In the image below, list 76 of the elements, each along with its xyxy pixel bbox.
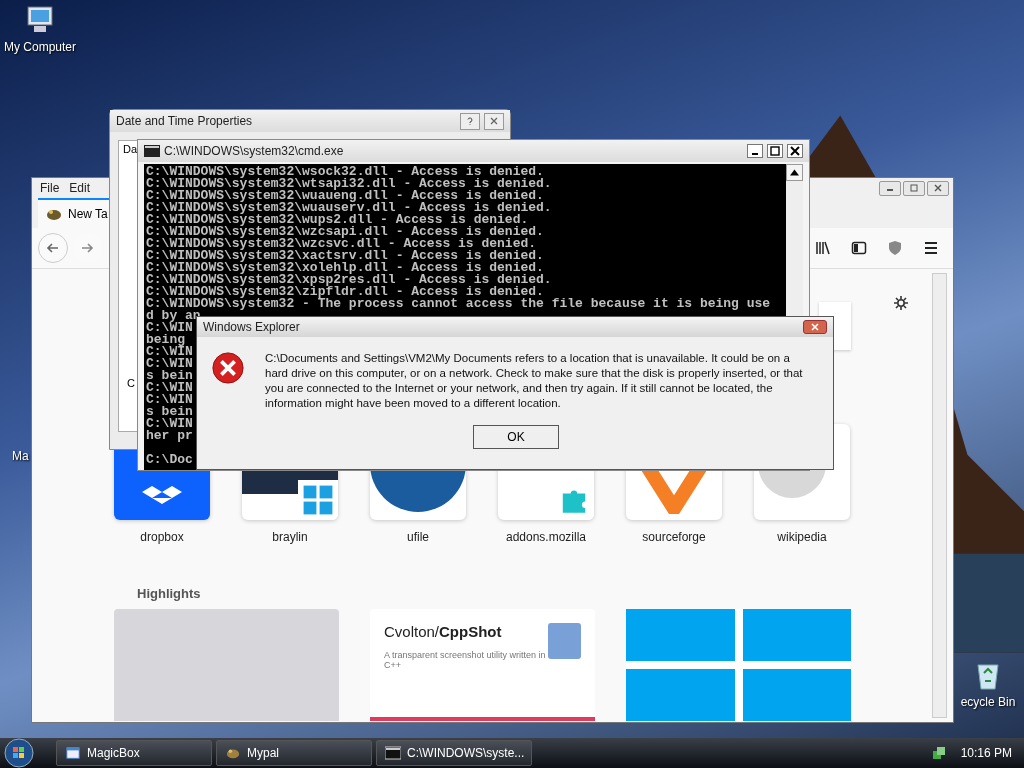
highlight-card[interactable]: Cvolton/CppShot A transparent screenshot utility written in C++ [370, 609, 595, 721]
window-title: Windows Explorer [203, 320, 301, 334]
window-title: Date and Time Properties [116, 114, 254, 128]
start-button[interactable] [4, 738, 34, 768]
windows-logo-drawing[interactable] [626, 609, 851, 721]
scrollbar[interactable] [932, 273, 947, 718]
taskbar-button[interactable]: MagicBox [56, 740, 212, 766]
repo-description: A transparent screenshot utility written in C++ [384, 650, 547, 670]
ok-button[interactable]: OK [473, 425, 559, 449]
window-icon [65, 746, 81, 760]
menu-item[interactable]: File [40, 181, 60, 195]
site-label[interactable]: braylin [272, 530, 308, 544]
console-line: C:\WIN [146, 322, 193, 334]
repo-title: Cvolton/CppShot [384, 623, 503, 640]
minimize-button[interactable] [747, 144, 763, 158]
console-line: C:\WINDOWS\system32\wzcsvc.dll - Access is denied. [146, 238, 537, 250]
close-button[interactable] [803, 320, 827, 334]
console-line: C:\WIN [146, 394, 193, 406]
console-line: C:\WIN [146, 418, 193, 430]
console-line: C:\WINDOWS\system32\wuauserv.dll - Access is denied. [146, 202, 552, 214]
taskbar-button[interactable]: C:\WINDOWS\syste... [376, 740, 532, 766]
console-icon [144, 145, 160, 157]
console-line: being [146, 334, 185, 346]
console-line: s bein [146, 370, 193, 382]
desktop-icon-label[interactable]: ecycle Bin [960, 695, 1016, 709]
console-line: C:\WINDOWS\system32 - The process cannot access the file because it is being use [146, 298, 771, 310]
menu-item[interactable]: Edit [69, 181, 91, 195]
maximize-icon [909, 183, 919, 193]
console-line: C:\WINDOWS\system32\wtsapi32.dll - Access is denied. [146, 178, 552, 190]
console-line: C:\WINDOWS\system32\xpsp2res.dll - Access is denied. [146, 274, 552, 286]
label: C [127, 377, 135, 389]
close-icon [933, 183, 943, 193]
window-title: C:\WINDOWS\system32\cmd.exe [164, 144, 345, 158]
console-line: C:\WIN [146, 358, 193, 370]
console-line: C:\WINDOWS\system32\wzcsapi.dll - Access is denied. [146, 226, 544, 238]
console-line: C:\WIN [146, 346, 193, 358]
close-icon [790, 146, 800, 156]
close-icon [810, 322, 820, 332]
tab[interactable]: Da [123, 143, 138, 155]
console-icon [385, 746, 401, 760]
maximize-button[interactable] [767, 144, 783, 158]
help-button[interactable] [460, 112, 480, 130]
scroll-up-icon[interactable] [786, 164, 803, 181]
console-line: C:\WINDOWS\system32\zipfldr.dll - Access is denied. [146, 286, 544, 298]
close-button[interactable] [927, 180, 949, 196]
desktop-icon-label[interactable]: My Computer [4, 40, 76, 54]
windows-logo-icon [298, 480, 338, 520]
section-heading: Highlights [137, 586, 201, 601]
settings-icon[interactable] [893, 295, 909, 311]
maximize-icon [770, 146, 780, 156]
site-label[interactable]: wikipedia [777, 530, 827, 544]
console-line: C:\WINDOWS\system32\xactsrv.dll - Access is denied. [146, 250, 544, 262]
minimize-button[interactable] [879, 180, 901, 196]
close-button[interactable] [787, 144, 803, 158]
error-message: C:\Documents and Settings\VM2\My Documents refers to a location that is unavailable. It could be on a hard drive on this computer, or on a network. Check to make sure that the disk is properly inserted, or that you are connected to the Internet or your network, and then try again. If it still cannot be located, the information might have been moved to a different location. [265, 351, 804, 411]
clock[interactable]: 10:16 PM [960, 746, 1012, 760]
console-line: her pr [146, 430, 193, 442]
error-icon [211, 351, 245, 385]
site-label[interactable]: sourceforge [642, 530, 706, 544]
console-line: s bein [146, 406, 193, 418]
desktop-icon-label[interactable]: Ma [0, 449, 29, 463]
minimize-icon [752, 153, 758, 155]
console-line: C:\WINDOWS\system32\wsock32.dll - Access is denied. [146, 166, 544, 178]
question-mark-icon [465, 116, 475, 126]
site-label[interactable]: ufile [407, 530, 429, 544]
console-line: C:\WINDOWS\system32\wups2.dll - Access is denied. [146, 214, 529, 226]
site-label[interactable]: addons.mozilla [505, 530, 586, 544]
taskbar-button[interactable]: Mypal [216, 740, 372, 766]
back-button[interactable] [38, 233, 68, 263]
console-line: C:\WIN [146, 382, 193, 394]
avatar-picture [548, 623, 581, 659]
console-line: C:\WINDOWS\system32\xolehlp.dll - Access is denied. [146, 262, 544, 274]
console-line: C:\WINDOWS\system32\wuaueng.dll - Access is denied. [146, 190, 544, 202]
site-label[interactable]: dropbox [140, 530, 184, 544]
console-prompt: C:\Doc [146, 454, 193, 466]
close-icon [489, 116, 499, 126]
